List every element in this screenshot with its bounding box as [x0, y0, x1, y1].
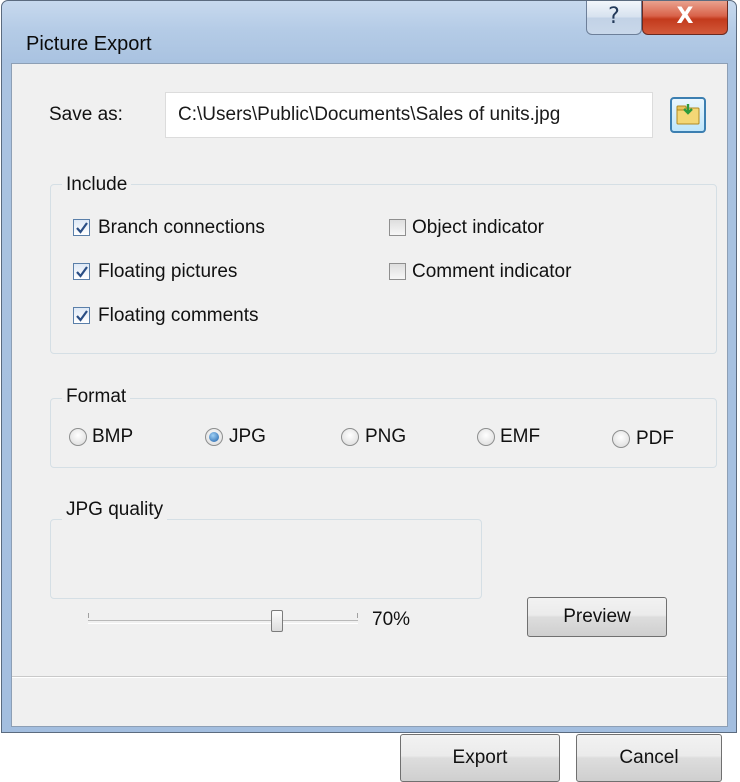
radio-label: PDF — [636, 428, 674, 449]
format-group-title: Format — [62, 386, 131, 408]
radio-label: EMF — [500, 426, 541, 447]
radio-button[interactable] — [205, 428, 223, 446]
help-icon: ? — [608, 4, 620, 29]
preview-button[interactable]: Preview — [527, 597, 667, 637]
browse-folder-button[interactable] — [670, 97, 706, 133]
slider-tick — [88, 613, 89, 618]
radio-label: PNG — [365, 426, 407, 447]
checkbox-box[interactable] — [73, 219, 90, 236]
checkbox-label: Object indicator — [412, 217, 545, 238]
checkbox-label: Comment indicator — [412, 261, 572, 282]
close-button[interactable]: X — [642, 1, 728, 35]
export-button[interactable]: Export — [400, 734, 560, 782]
help-button[interactable]: ? — [586, 1, 642, 35]
jpg-quality-group — [50, 519, 482, 599]
dialog-body: Save as: C:\Users\Public\Documents\Sales… — [11, 63, 728, 782]
radio-button[interactable] — [69, 428, 87, 446]
radio-button[interactable] — [341, 428, 359, 446]
checkbox-box[interactable] — [73, 307, 90, 324]
slider-tick — [357, 613, 358, 618]
radio-label: JPG — [229, 426, 266, 447]
dialog-title: Picture Export — [26, 33, 152, 55]
folder-icon — [676, 104, 700, 125]
close-icon: X — [676, 4, 694, 29]
radio-button[interactable] — [477, 428, 495, 446]
jpg-quality-group-title: JPG quality — [62, 499, 168, 521]
slider-track — [88, 620, 358, 624]
include-group-title: Include — [62, 174, 132, 196]
save-as-label: Save as: — [49, 104, 123, 125]
footer-separator-highlight — [12, 677, 727, 678]
cancel-button[interactable]: Cancel — [576, 734, 722, 782]
checkbox-box[interactable] — [389, 219, 406, 236]
picture-export-dialog: Picture Export ? X Save as: C:\Users\Pub… — [1, 0, 737, 782]
checkbox-label: Floating comments — [98, 305, 259, 326]
quality-value-label: 70% — [372, 609, 411, 630]
radio-button[interactable] — [612, 430, 630, 448]
radio-label: BMP — [92, 426, 134, 447]
checkbox-label: Branch connections — [98, 217, 265, 238]
checkbox-label: Floating pictures — [98, 261, 238, 282]
checkbox-box[interactable] — [389, 263, 406, 280]
save-path-input[interactable]: C:\Users\Public\Documents\Sales of units… — [165, 92, 653, 138]
checkbox-box[interactable] — [73, 263, 90, 280]
slider-thumb[interactable] — [271, 610, 283, 632]
radio-selected-dot — [209, 432, 219, 442]
